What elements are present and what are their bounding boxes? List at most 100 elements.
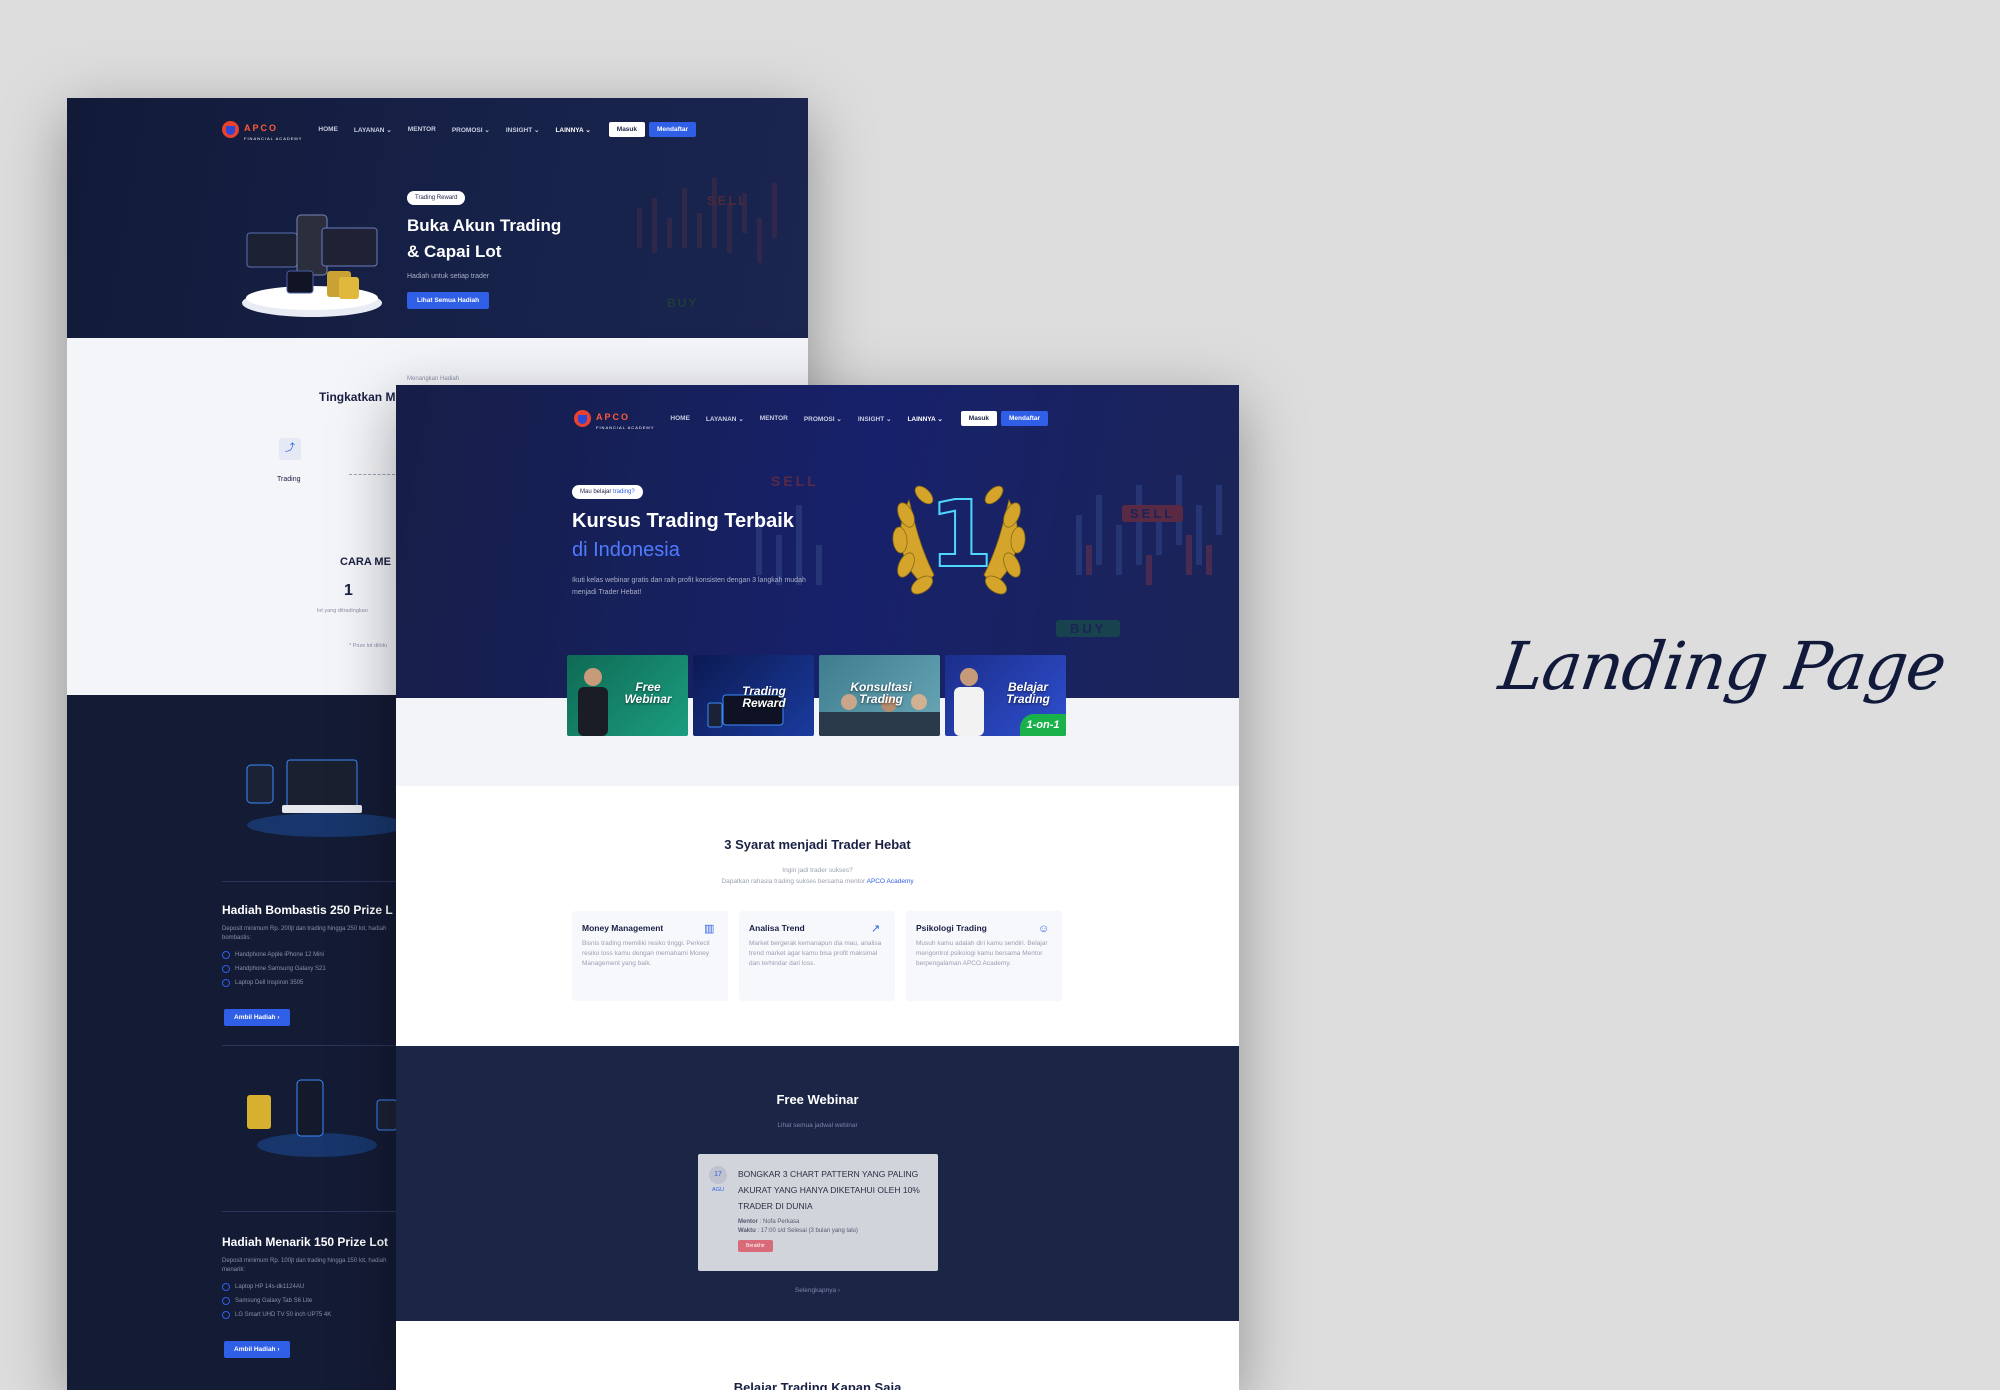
nav-mentor[interactable]: MENTOR <box>408 126 436 133</box>
feature-text: Bisnis trading memiliki resiko tinggi. P… <box>582 940 710 967</box>
learn-trading-pill: Mau belajar trading? <box>572 485 643 499</box>
feature-title: Analisa Trend <box>749 923 805 933</box>
nav-insight[interactable]: INSIGHT ⌄ <box>858 415 892 423</box>
nav-promosi[interactable]: PROMOSI ⌄ <box>452 126 490 134</box>
prize-2-list: Laptop HP 14s-dk1124AU Samsung Galaxy Ta… <box>222 1277 331 1319</box>
next-section-title: Belajar Trading Kapan Saja <box>733 1380 902 1390</box>
list-item: Laptop HP 14s-dk1124AU <box>222 1283 331 1291</box>
logo-text: APCO <box>244 123 279 133</box>
trading-reward-pill: Trading Reward <box>407 191 466 205</box>
nav-promosi[interactable]: PROMOSI ⌄ <box>804 415 842 423</box>
trading-step-label: Trading <box>277 476 301 483</box>
prize-1-illustration <box>246 759 407 837</box>
logo-subtext: FINANCIAL ACADEMY <box>596 425 655 430</box>
back-hero-title: Buka Akun Trading & Capai Lot <box>407 216 562 261</box>
feature-title: Psikologi Trading <box>916 923 987 933</box>
presenter-image <box>578 668 608 736</box>
trading-step-icon: ⤴ <box>279 438 301 460</box>
bg-sell-label: SELL <box>1122 505 1184 522</box>
front-hero-title: Kursus Trading Terbaik di Indonesia <box>572 510 794 561</box>
nav-home[interactable]: HOME <box>318 126 338 133</box>
logo-subtext: FINANCIAL ACADEMY <box>244 136 303 141</box>
front-page-mockup: SELL SELL BUY APCO FINANCIAL ACADEMY HOME… <box>396 385 1239 1390</box>
nav-layanan[interactable]: LAYANAN ⌄ <box>706 415 744 423</box>
award-number: 1 <box>928 481 994 588</box>
landing-page-label: Landing Page <box>1494 628 1951 705</box>
prize-1-title: Hadiah Bombastis 250 Prize L <box>222 903 393 917</box>
front-hero-desc: Ikuti kelas webinar gratis dan raih prof… <box>572 577 806 596</box>
list-item: Samsung Galaxy Tab S6 Lite <box>222 1297 331 1305</box>
syarat-sub-2: Dapatkan rahasia trading sukses bersama … <box>721 878 914 885</box>
register-button[interactable]: Mendaftar <box>1001 411 1049 426</box>
nav-mentor[interactable]: MENTOR <box>760 415 788 422</box>
cara-caption: lot yang ditradingkan <box>317 608 368 614</box>
prize-2-title: Hadiah Menarik 150 Prize Lot <box>222 1235 389 1249</box>
event-title: BONGKAR 3 CHART PATTERN YANG PALING AKUR… <box>738 1169 920 1211</box>
date-badge: 17 AGU <box>708 1166 728 1193</box>
webinar-card[interactable]: 17 AGU BONGKAR 3 CHART PATTERN YANG PALI… <box>698 1154 938 1271</box>
claim-prize-button[interactable]: Ambil Hadiah › <box>224 1341 290 1358</box>
syarat-sub-1: Ingin jadi trader sukses? <box>782 867 853 874</box>
see-all-prizes-button[interactable]: Lihat Semua Hadiah <box>407 292 490 309</box>
candlestick-bg <box>637 178 777 263</box>
back-hero-subtitle: Hadiah untuk setiap trader <box>407 273 490 280</box>
feature-text: Musuh kamu adalah diri kamu sendiri. Bel… <box>916 940 1048 967</box>
apco-logo-icon <box>574 410 591 427</box>
nav-lainnya[interactable]: LAINNYA ⌄ <box>555 126 590 134</box>
footnote: * Prize lot dihitu <box>349 643 388 649</box>
feature-psikologi-trading: Psikologi Trading ☺ Musuh kamu adalah di… <box>906 911 1062 1001</box>
logo-text: APCO <box>596 412 631 422</box>
prize-2-illustration <box>247 1079 397 1157</box>
cara-number: 1 <box>344 582 353 599</box>
mentor-line: Mentor : Nofa Perkasa <box>738 1219 800 1225</box>
back-navbar: APCO FINANCIAL ACADEMY HOME LAYANAN ⌄ MEN… <box>222 118 697 141</box>
prize-devices-illustration <box>242 214 382 317</box>
back-hero: SELL BUY APCO FINANCIAL ACADEMY HOME LAYA… <box>67 98 808 338</box>
card-belajar-trading[interactable]: Belajar Trading 1-on-1 <box>945 655 1066 736</box>
section-note: Menangkan Hadiah <box>407 376 460 382</box>
bg-buy-label: BUY <box>667 296 699 310</box>
mentor-image <box>954 668 984 736</box>
cara-title-partial: CARA ME <box>340 556 391 568</box>
feature-title: Money Management <box>582 923 664 933</box>
front-hero-text: Mau belajar trading? Kursus Trading Terb… <box>572 480 812 599</box>
feature-money-management: Money Management ▥ Bisnis trading memili… <box>572 911 728 1001</box>
prize-1-list: Handphone Apple iPhone 12 Mini Handphone… <box>222 945 326 987</box>
card-trading-reward[interactable]: Trading Reward <box>693 655 814 736</box>
webinar-title: Free Webinar <box>776 1092 859 1107</box>
apco-logo-icon <box>222 121 239 138</box>
webinar-section: Free Webinar Lihat semua jadwal webinar … <box>396 1046 1239 1321</box>
see-more-link[interactable]: Selengkapnya › <box>396 1287 1239 1294</box>
section-title-partial: Tingkatkan M <box>319 390 396 404</box>
card-free-webinar[interactable]: Free Webinar <box>567 655 688 736</box>
status-badge: Berakhir <box>738 1240 773 1252</box>
smile-icon: ☺ <box>1038 923 1050 935</box>
nav-layanan[interactable]: LAYANAN ⌄ <box>354 126 392 134</box>
card-konsultasi-trading[interactable]: Konsultasi Trading <box>819 655 940 736</box>
login-button[interactable]: Masuk <box>608 122 646 137</box>
bg-buy-label: BUY <box>1056 620 1121 637</box>
nav-home[interactable]: HOME <box>670 415 690 422</box>
feature-text: Market bergerak kemanapun dia mau, anali… <box>749 940 882 967</box>
logo[interactable]: APCO FINANCIAL ACADEMY <box>222 118 302 141</box>
claim-prize-button[interactable]: Ambil Hadiah › <box>224 1009 290 1026</box>
feature-analisa-trend: Analisa Trend ↗ Market bergerak kemanapu… <box>739 911 895 1001</box>
front-hero: SELL SELL BUY APCO FINANCIAL ACADEMY HOME… <box>396 385 1239 698</box>
prize-1-desc: Deposit minimum Rp. 200jt dan trading hi… <box>222 926 387 941</box>
login-button[interactable]: Masuk <box>960 411 998 426</box>
nav-insight[interactable]: INSIGHT ⌄ <box>506 126 540 134</box>
bg-sell-label: SELL <box>707 193 749 208</box>
back-hero-text: Trading Reward Buka Akun Trading & Capai… <box>407 186 561 309</box>
one-on-one-badge: 1-on-1 <box>1020 714 1066 736</box>
coins-icon: ▥ <box>704 923 715 935</box>
register-button[interactable]: Mendaftar <box>649 122 697 137</box>
logo[interactable]: APCO FINANCIAL ACADEMY <box>574 407 654 430</box>
list-item: Laptop Dell Inspiron 3505 <box>222 979 326 987</box>
step-connector <box>349 474 395 475</box>
light-band <box>396 698 1239 786</box>
nav-lainnya[interactable]: LAINNYA ⌄ <box>907 415 942 423</box>
front-navbar: APCO FINANCIAL ACADEMY HOME LAYANAN ⌄ MEN… <box>574 407 1049 430</box>
trend-icon: ↗ <box>871 923 881 935</box>
list-item: Handphone Samsung Galaxy S21 <box>222 965 326 973</box>
syarat-title: 3 Syarat menjadi Trader Hebat <box>724 837 911 852</box>
